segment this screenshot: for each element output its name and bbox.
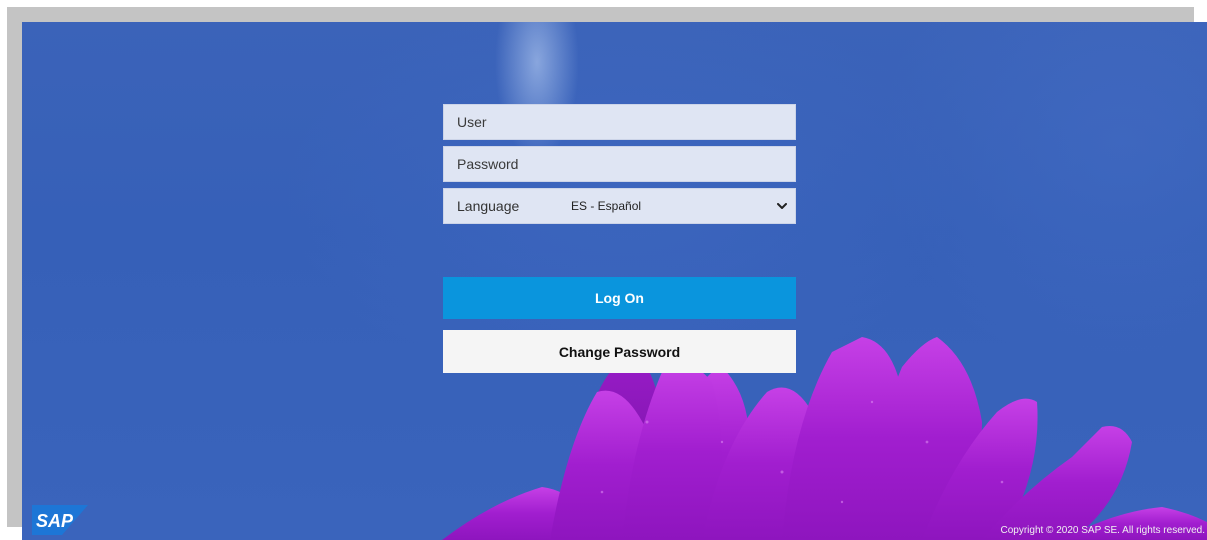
language-value: ES - Español bbox=[571, 199, 642, 213]
svg-text:SAP: SAP bbox=[36, 511, 74, 531]
change-password-button[interactable]: Change Password bbox=[443, 330, 796, 373]
password-field[interactable]: Password bbox=[443, 146, 796, 182]
password-placeholder: Password bbox=[457, 156, 519, 172]
language-select[interactable]: Language ES - Español bbox=[443, 188, 796, 224]
language-label: Language bbox=[457, 198, 520, 214]
login-screen: User Password Language ES - Español Log … bbox=[22, 22, 1207, 540]
sap-logo: SAP bbox=[32, 505, 92, 540]
chevron-down-icon[interactable] bbox=[769, 202, 795, 210]
copyright-text: Copyright © 2020 SAP SE. All rights rese… bbox=[1000, 525, 1205, 536]
login-form: User Password Language ES - Español Log … bbox=[443, 104, 796, 373]
log-on-button[interactable]: Log On bbox=[443, 277, 796, 319]
user-placeholder: User bbox=[457, 114, 487, 130]
user-field[interactable]: User bbox=[443, 104, 796, 140]
